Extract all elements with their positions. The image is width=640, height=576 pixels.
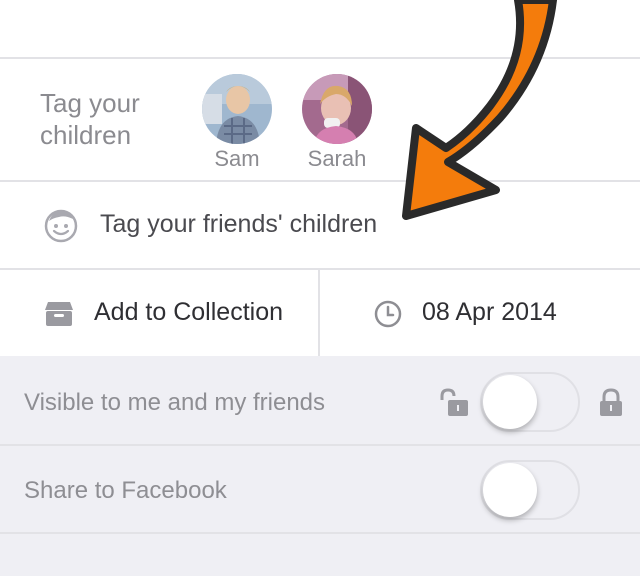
share-facebook-toggle-knob[interactable]: [483, 463, 537, 517]
tag-children-row: Tag your children Sam Sarah: [0, 59, 640, 180]
unlocked-padlock-icon: [438, 388, 470, 423]
child-name-sarah: Sarah: [307, 146, 367, 171]
visibility-toggle[interactable]: [480, 372, 580, 432]
divider: [0, 532, 640, 534]
add-to-collection-label: Add to Collection: [94, 298, 284, 326]
child-sam[interactable]: Sam: [197, 74, 277, 172]
avatar-sam[interactable]: [202, 74, 272, 144]
facebook-setting-row: Share to Facebook: [0, 446, 640, 532]
top-blank-area: [0, 0, 640, 57]
tag-children-label: Tag your children: [40, 88, 140, 150]
locked-padlock-icon: [598, 388, 624, 423]
visibility-label: Visible to me and my friends: [24, 389, 326, 416]
date-label: 08 Apr 2014: [422, 298, 557, 326]
tag-friends-children-label: Tag your friends' children: [100, 210, 378, 238]
child-name-sam: Sam: [214, 146, 260, 171]
date-selector[interactable]: 08 Apr 2014: [320, 270, 640, 356]
settings-section: Visible to me and my friends Share to Fa…: [0, 356, 640, 576]
clock-icon: [374, 300, 402, 333]
tag-friends-children-row[interactable]: Tag your friends' children: [0, 182, 640, 268]
add-to-collection-button[interactable]: Add to Collection: [0, 270, 318, 356]
visibility-setting-row: Visible to me and my friends: [0, 358, 640, 444]
smiley-face-icon: [43, 207, 79, 248]
collection-box-icon: [44, 300, 74, 333]
avatar-sarah[interactable]: [302, 74, 372, 144]
child-sarah[interactable]: Sarah: [297, 74, 377, 172]
share-facebook-toggle[interactable]: [480, 460, 580, 520]
visibility-toggle-knob[interactable]: [483, 375, 537, 429]
collection-date-row: Add to Collection 08 Apr 2014: [0, 270, 640, 356]
share-facebook-label: Share to Facebook: [24, 477, 227, 504]
